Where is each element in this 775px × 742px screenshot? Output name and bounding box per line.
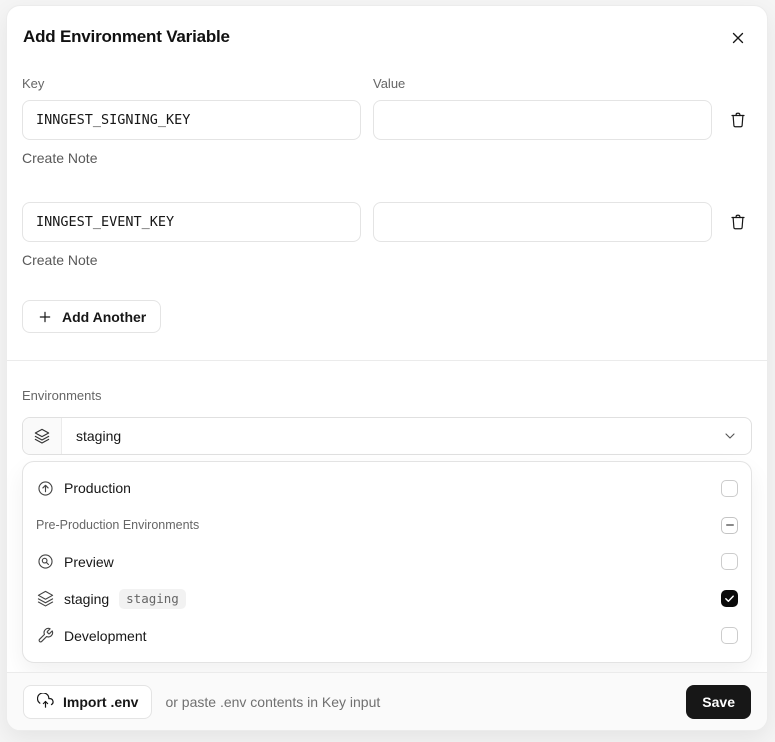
import-env-button[interactable]: Import .env [23,684,153,719]
checkbox-pre-production[interactable] [721,516,738,534]
magnifier-circle-icon [36,553,54,570]
create-note-link[interactable]: Create Note [22,150,97,166]
layers-icon [36,590,54,607]
key-input[interactable] [22,202,361,242]
import-env-label: Import .env [63,693,139,710]
checkbox-preview[interactable] [721,553,738,571]
environments-label: Environments [22,388,102,403]
delete-row-button[interactable] [727,109,749,131]
add-env-var-modal: Add Environment Variable Key Value Creat… [6,5,768,731]
check-icon [724,593,735,604]
env-group-pre-production[interactable]: Pre-Production Environments [23,507,751,544]
env-option-badge: staging [119,588,186,609]
layers-icon [23,418,62,454]
modal-footer: Import .env or paste .env contents in Ke… [7,672,767,730]
chevron-down-icon [722,428,751,444]
close-button[interactable] [727,27,749,49]
delete-row-button[interactable] [727,211,749,233]
plus-icon [37,309,53,325]
value-input[interactable] [373,202,712,242]
env-var-row [22,202,752,242]
environments-dropdown-panel: Production Pre-Production Environments P… [22,461,752,663]
env-group-label: Pre-Production Environments [36,518,200,533]
value-input[interactable] [373,100,712,140]
env-option-production[interactable]: Production [23,470,751,507]
env-option-label: Production [64,480,131,497]
key-label: Key [22,76,45,91]
create-note-link[interactable]: Create Note [22,252,97,268]
modal-header: Add Environment Variable [7,6,767,49]
env-option-development[interactable]: Development [23,617,751,654]
env-option-staging[interactable]: staging staging [23,580,751,617]
arrow-up-circle-icon [36,480,54,497]
env-option-label: staging [64,590,110,607]
checkbox-production[interactable] [721,479,738,497]
environments-section: Environments staging Production Pre-Prod… [7,361,767,663]
upload-cloud-icon [37,693,54,710]
environments-select[interactable]: staging [22,417,752,455]
env-var-row [22,100,752,140]
checkbox-development[interactable] [721,627,738,645]
key-input[interactable] [22,100,361,140]
add-another-label: Add Another [62,308,147,325]
env-option-preview[interactable]: Preview [23,544,751,581]
trash-icon [729,111,747,129]
wrench-icon [36,627,54,644]
checkbox-staging[interactable] [721,590,738,608]
env-var-form: Key Value Create Note Create Note [7,49,767,333]
value-label: Value [373,76,406,91]
close-icon [729,29,747,47]
trash-icon [729,213,747,231]
save-button[interactable]: Save [686,684,751,719]
page-title: Add Environment Variable [23,27,230,46]
footer-hint-text: or paste .env contents in Key input [165,693,381,710]
environments-select-value: staging [76,428,122,444]
add-another-button[interactable]: Add Another [22,300,162,333]
env-option-label: Development [64,627,147,644]
env-option-label: Preview [64,553,114,570]
